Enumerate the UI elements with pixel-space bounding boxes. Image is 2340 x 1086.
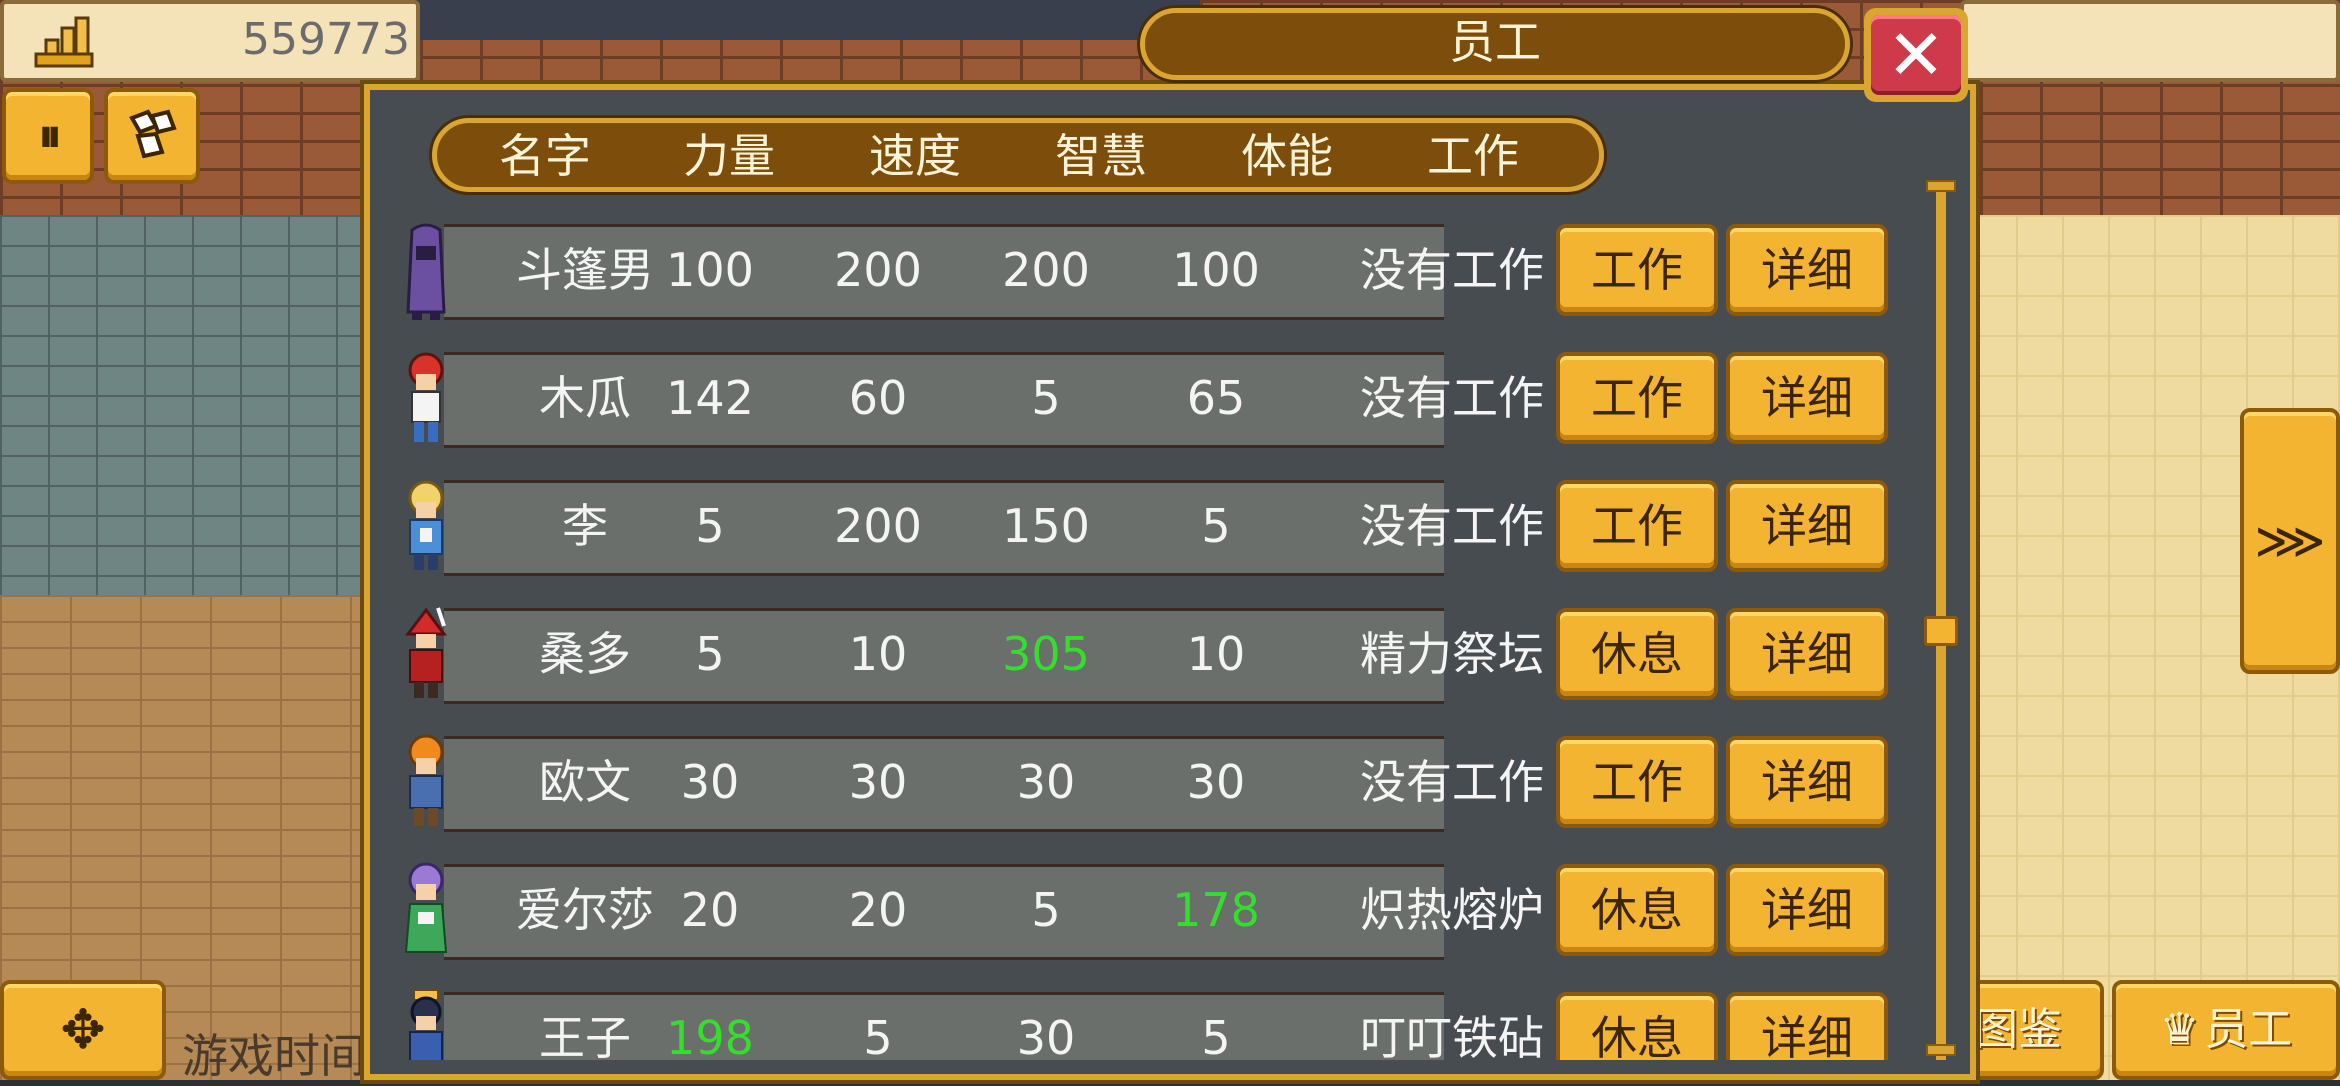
- staff-row: 木瓜 142 60 5 65 没有工作 工作 详细: [390, 340, 1910, 458]
- staff-job: 精力祭坛: [1360, 627, 1544, 681]
- staff-row: 桑多 5 10 305 10 精力祭坛 休息 详细: [390, 596, 1910, 714]
- staff-speed: 20: [848, 883, 908, 937]
- staff-wisdom: 150: [1002, 499, 1090, 553]
- header-strength: 力量: [683, 129, 775, 183]
- staff-wisdom: 5: [1031, 883, 1061, 937]
- staff-job: 没有工作: [1360, 243, 1544, 297]
- staff-row: 李 5 200 150 5 没有工作 工作 详细: [390, 468, 1910, 586]
- codex-button[interactable]: 图鉴: [1960, 980, 2104, 1080]
- staff-stamina: 178: [1172, 883, 1260, 937]
- blonde-girl-sprite: [408, 480, 444, 570]
- crown-icon: ♛: [2159, 1004, 2200, 1055]
- codex-label: 图鉴: [1974, 1004, 2062, 1055]
- detail-button[interactable]: 详细: [1726, 864, 1888, 956]
- staff-stamina: 65: [1186, 371, 1246, 425]
- header-name: 名字: [499, 129, 591, 183]
- game-time-label: 游戏时间: [182, 1029, 366, 1083]
- staff-wisdom: 305: [1002, 627, 1090, 681]
- staff-list: 斗篷男 100 200 200 100 没有工作 工作 详细 木瓜 142 60…: [390, 212, 1910, 1060]
- move-icon: ✥: [60, 998, 106, 1061]
- header-job: 工作: [1427, 129, 1519, 183]
- pause-button[interactable]: ⏸: [2, 88, 94, 184]
- staff-strength: 142: [666, 371, 754, 425]
- detail-button[interactable]: 详细: [1726, 992, 1888, 1060]
- detail-button[interactable]: 详细: [1726, 480, 1888, 572]
- staff-stamina: 5: [1201, 1011, 1231, 1060]
- staff-job: 叮叮铁砧: [1360, 1011, 1544, 1060]
- staff-label: 员工: [2204, 1004, 2293, 1055]
- red-hair-boy-sprite: [408, 352, 444, 442]
- staff-stamina: 10: [1186, 627, 1246, 681]
- close-button-face: ✕: [1871, 15, 1961, 95]
- staff-strength: 5: [695, 627, 725, 681]
- scrollbar-cap-bottom: [1926, 1044, 1956, 1056]
- staff-stamina: 100: [1172, 243, 1260, 297]
- staff-speed: 200: [834, 243, 922, 297]
- staff-speed: 30: [848, 755, 908, 809]
- staff-strength: 198: [666, 1011, 754, 1060]
- money-stack-icon: [34, 16, 94, 68]
- staff-strength: 5: [695, 499, 725, 553]
- staff-speed: 10: [848, 627, 908, 681]
- staff-wisdom: 200: [1002, 243, 1090, 297]
- move-button[interactable]: ✥: [0, 980, 166, 1080]
- work-button[interactable]: 工作: [1556, 736, 1718, 828]
- staff-row: 斗篷男 100 200 200 100 没有工作 工作 详细: [390, 212, 1910, 330]
- staff-strength: 30: [680, 755, 740, 809]
- gem-button[interactable]: [104, 88, 200, 184]
- staff-job: 没有工作: [1360, 499, 1544, 553]
- staff-speed: 200: [834, 499, 922, 553]
- detail-button[interactable]: 详细: [1726, 352, 1888, 444]
- gem-icon: [129, 109, 177, 159]
- detail-button[interactable]: 详细: [1726, 224, 1888, 316]
- work-button[interactable]: 工作: [1556, 224, 1718, 316]
- rest-button[interactable]: 休息: [1556, 864, 1718, 956]
- staff-row: 王子 198 5 30 5 叮叮铁砧 休息 详细: [390, 980, 1910, 1060]
- header-speed: 速度: [869, 129, 961, 183]
- detail-button[interactable]: 详细: [1726, 736, 1888, 828]
- staff-wisdom: 30: [1016, 755, 1076, 809]
- staff-job: 没有工作: [1360, 755, 1544, 809]
- staff-button[interactable]: ♛ 员工: [2112, 980, 2340, 1080]
- rest-button[interactable]: 休息: [1556, 992, 1718, 1060]
- right-hud-bar: [1960, 0, 2340, 82]
- rest-button[interactable]: 休息: [1556, 608, 1718, 700]
- scrollbar-thumb[interactable]: [1924, 616, 1958, 646]
- staff-speed: 60: [848, 371, 908, 425]
- green-mage-sprite: [404, 862, 448, 953]
- scrollbar-cap-top: [1926, 180, 1956, 192]
- pause-icon: ⏸: [38, 108, 62, 162]
- header-wisdom: 智慧: [1055, 129, 1147, 183]
- close-icon: ✕: [1886, 14, 1946, 96]
- cloaked-man-sprite: [406, 223, 446, 320]
- staff-job: 炽热熔炉: [1360, 883, 1544, 937]
- staff-wisdom: 30: [1016, 1011, 1076, 1060]
- red-hat-sprite: [405, 607, 447, 698]
- staff-speed: 5: [863, 1011, 893, 1060]
- money-value: 559773: [242, 14, 410, 65]
- work-button[interactable]: 工作: [1556, 480, 1718, 572]
- close-button[interactable]: ✕: [1864, 8, 1968, 102]
- staff-row: 爱尔莎 20 20 5 178 炽热熔炉 休息 详细: [390, 852, 1910, 970]
- header-stamina: 体能: [1241, 129, 1333, 183]
- dialog-title: 员工: [1449, 15, 1541, 69]
- staff-stamina: 30: [1186, 755, 1246, 809]
- staff-row: 欧文 30 30 30 30 没有工作 工作 详细: [390, 724, 1910, 842]
- detail-button[interactable]: 详细: [1726, 608, 1888, 700]
- orange-hair-sprite: [408, 734, 444, 826]
- next-arrow-button[interactable]: ⋙: [2240, 408, 2340, 674]
- prince-sprite: [409, 989, 443, 1060]
- staff-strength: 20: [680, 883, 740, 937]
- staff-wisdom: 5: [1031, 371, 1061, 425]
- staff-job: 没有工作: [1360, 371, 1544, 425]
- work-button[interactable]: 工作: [1556, 352, 1718, 444]
- fast-forward-icon: ⋙: [2254, 512, 2326, 570]
- stone-floor-background: [0, 215, 380, 595]
- staff-strength: 100: [666, 243, 754, 297]
- sky-strip: [300, 0, 1200, 40]
- staff-stamina: 5: [1201, 499, 1231, 553]
